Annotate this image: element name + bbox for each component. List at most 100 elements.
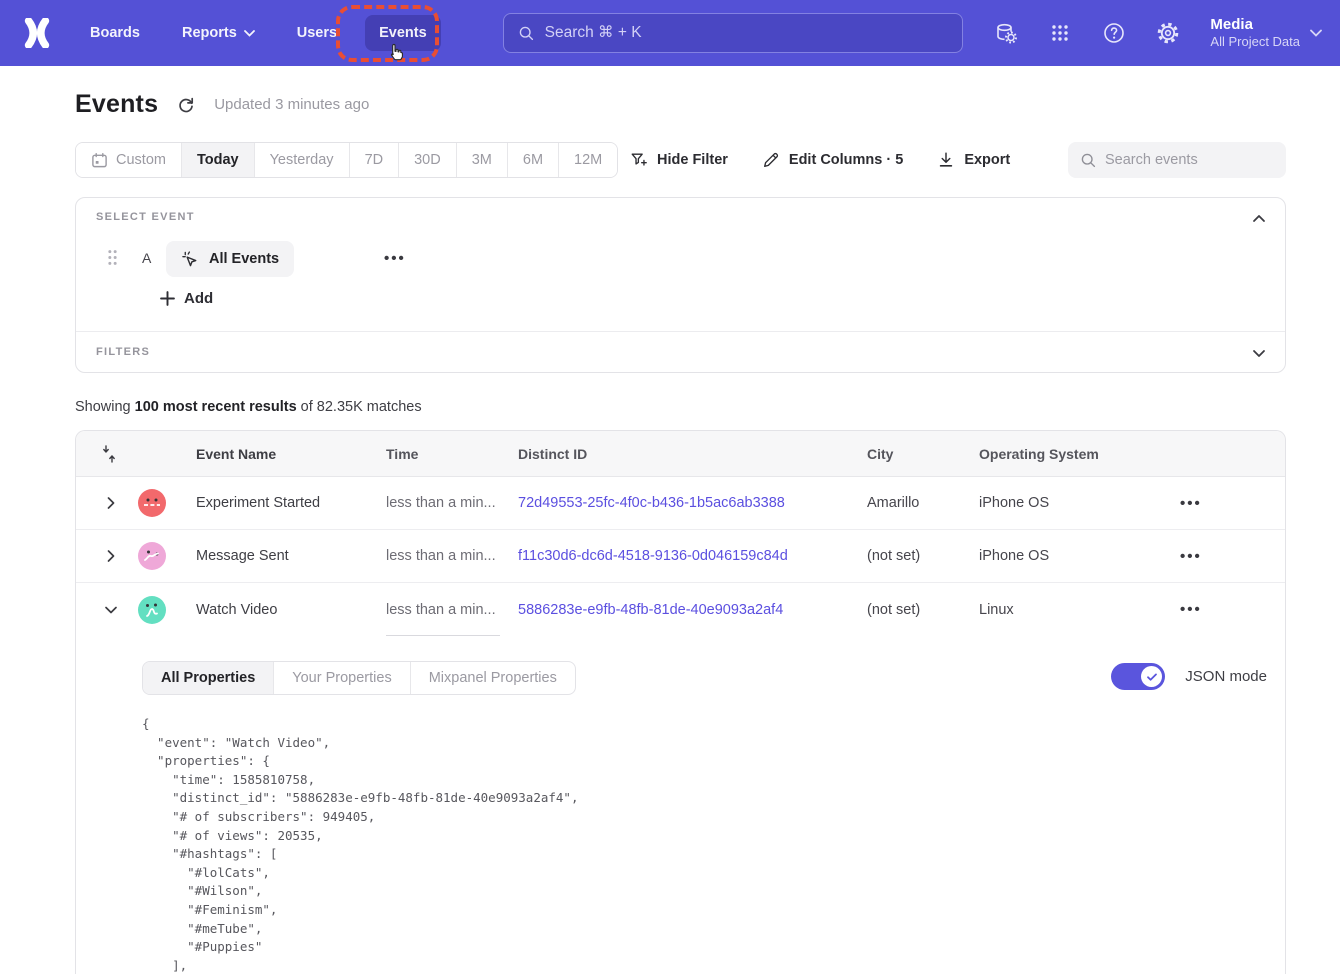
- filter-icon: [630, 151, 648, 169]
- nav-item-boards[interactable]: Boards: [76, 15, 154, 51]
- date-segment-12m[interactable]: 12M: [559, 143, 617, 177]
- expand-row-chevron-right-icon[interactable]: [104, 549, 118, 563]
- event-json-code: { "event": "Watch Video", "properties": …: [142, 715, 579, 974]
- col-header-os[interactable]: Operating System: [979, 446, 1156, 462]
- json-mode-toggle[interactable]: [1111, 663, 1165, 690]
- chevron-down-icon: [244, 30, 255, 37]
- help-icon[interactable]: [1102, 21, 1126, 45]
- nav-item-label: Reports: [182, 25, 237, 41]
- search-icon: [1080, 152, 1096, 168]
- refresh-icon[interactable]: [176, 95, 196, 115]
- tab-your-properties[interactable]: Your Properties: [274, 662, 410, 694]
- export-label: Export: [964, 152, 1010, 168]
- edit-columns-button[interactable]: Edit Columns · 5: [762, 151, 903, 169]
- table-header-row: Event Name Time Distinct ID City Operati…: [76, 431, 1285, 477]
- hide-filter-button[interactable]: Hide Filter: [630, 151, 728, 169]
- col-header-event-name[interactable]: Event Name: [172, 446, 386, 462]
- nav-item-events[interactable]: Events: [365, 15, 441, 51]
- add-event-button[interactable]: Add: [160, 290, 213, 307]
- date-range-control: Custom Today Yesterday 7D 30D 3M 6M 12M: [75, 142, 618, 178]
- selected-event-name: All Events: [209, 251, 279, 267]
- calendar-icon: [91, 152, 108, 169]
- nav-item-reports[interactable]: Reports: [168, 15, 269, 51]
- col-header-city[interactable]: City: [867, 446, 979, 462]
- top-nav: Boards Reports Users Events: [0, 0, 1340, 66]
- cell-city: (not set): [867, 602, 979, 618]
- cell-city: (not set): [867, 548, 979, 564]
- global-search[interactable]: [503, 13, 963, 53]
- global-search-input[interactable]: [545, 24, 948, 42]
- hide-filter-label: Hide Filter: [657, 152, 728, 168]
- summary-count: 100 most recent results: [135, 399, 297, 415]
- cell-distinct-id-link[interactable]: 72d49553-25fc-4f0c-b436-1b5ac6ab3388: [518, 495, 867, 511]
- date-segment-custom[interactable]: Custom: [76, 143, 182, 177]
- event-avatar-icon: [138, 596, 166, 624]
- check-icon: [1146, 671, 1158, 683]
- table-row[interactable]: Experiment Started less than a min... 72…: [76, 477, 1285, 530]
- cell-time: less than a min...: [386, 495, 518, 511]
- tab-mixpanel-properties[interactable]: Mixpanel Properties: [411, 662, 575, 694]
- nav-item-users[interactable]: Users: [283, 15, 351, 51]
- search-icon: [518, 25, 534, 41]
- query-builder-card: SELECT EVENT A All Events ••• Add: [75, 197, 1286, 373]
- date-segment-30d[interactable]: 30D: [399, 143, 457, 177]
- expand-section-chevron-down-icon[interactable]: [1251, 345, 1267, 361]
- tab-all-properties[interactable]: All Properties: [143, 662, 274, 694]
- last-updated-text: Updated 3 minutes ago: [214, 96, 369, 113]
- table-toolbar: Hide Filter Edit Columns · 5 Export: [630, 142, 1286, 178]
- collapse-section-chevron-up-icon[interactable]: [1251, 211, 1267, 227]
- cell-distinct-id-link[interactable]: f11c30d6-dc6d-4518-9136-0d046159c84d: [518, 548, 867, 564]
- event-avatar-icon: [138, 489, 166, 517]
- apps-grid-icon[interactable]: [1048, 21, 1072, 45]
- project-selector[interactable]: Media All Project Data: [1210, 15, 1322, 51]
- cell-event-name: Watch Video: [172, 602, 386, 618]
- date-segment-6m[interactable]: 6M: [508, 143, 559, 177]
- sort-icon[interactable]: [102, 444, 116, 464]
- date-segment-yesterday[interactable]: Yesterday: [255, 143, 350, 177]
- collapse-row-chevron-down-icon[interactable]: [104, 603, 118, 617]
- filters-section[interactable]: FILTERS: [76, 331, 1285, 373]
- select-event-label: SELECT EVENT: [96, 211, 195, 223]
- settings-gear-icon[interactable]: [1156, 21, 1180, 45]
- plus-icon: [160, 291, 175, 306]
- sparkle-cursor-icon: [181, 250, 200, 269]
- cell-distinct-id-link[interactable]: 5886283e-e9fb-48fb-81de-40e9093a2af4: [518, 602, 867, 618]
- date-segment-3m[interactable]: 3M: [457, 143, 508, 177]
- drag-handle-icon[interactable]: [107, 249, 118, 266]
- event-avatar-icon: [138, 542, 166, 570]
- chevron-down-icon: [1310, 29, 1322, 37]
- cell-event-name: Message Sent: [172, 548, 386, 564]
- expand-row-chevron-right-icon[interactable]: [104, 496, 118, 510]
- properties-tabs: All Properties Your Properties Mixpanel …: [142, 661, 576, 695]
- mixpanel-logo-icon[interactable]: [20, 18, 54, 48]
- row-options-kebab[interactable]: •••: [1180, 548, 1285, 565]
- cell-city: Amarillo: [867, 495, 979, 511]
- project-name: Media: [1210, 15, 1300, 35]
- table-row-expanded[interactable]: Watch Video less than a min... 5886283e-…: [76, 583, 1285, 636]
- col-header-time[interactable]: Time: [386, 446, 518, 462]
- search-events-input[interactable]: [1105, 152, 1274, 168]
- event-selector-button[interactable]: All Events: [166, 241, 294, 277]
- date-segment-label: Custom: [116, 152, 166, 168]
- toggle-knob: [1141, 666, 1162, 687]
- project-scope: All Project Data: [1210, 34, 1300, 51]
- date-segment-7d[interactable]: 7D: [350, 143, 400, 177]
- page-title: Events: [75, 90, 158, 119]
- events-table: Event Name Time Distinct ID City Operati…: [75, 430, 1286, 974]
- table-row[interactable]: Message Sent less than a min... f11c30d6…: [76, 530, 1285, 583]
- edit-columns-label: Edit Columns · 5: [789, 152, 903, 168]
- divider: [386, 635, 500, 636]
- row-options-kebab[interactable]: •••: [1180, 601, 1285, 618]
- summary-prefix: Showing: [75, 399, 135, 415]
- data-management-icon[interactable]: [994, 21, 1018, 45]
- event-options-kebab[interactable]: •••: [384, 250, 406, 267]
- row-options-kebab[interactable]: •••: [1180, 495, 1285, 512]
- search-events-field[interactable]: [1068, 142, 1286, 178]
- add-label: Add: [184, 290, 213, 307]
- cell-os: iPhone OS: [979, 548, 1156, 564]
- date-segment-today[interactable]: Today: [182, 143, 255, 177]
- export-button[interactable]: Export: [937, 151, 1010, 169]
- cell-time: less than a min...: [386, 548, 518, 564]
- col-header-distinct-id[interactable]: Distinct ID: [518, 446, 867, 462]
- export-download-icon: [937, 151, 955, 169]
